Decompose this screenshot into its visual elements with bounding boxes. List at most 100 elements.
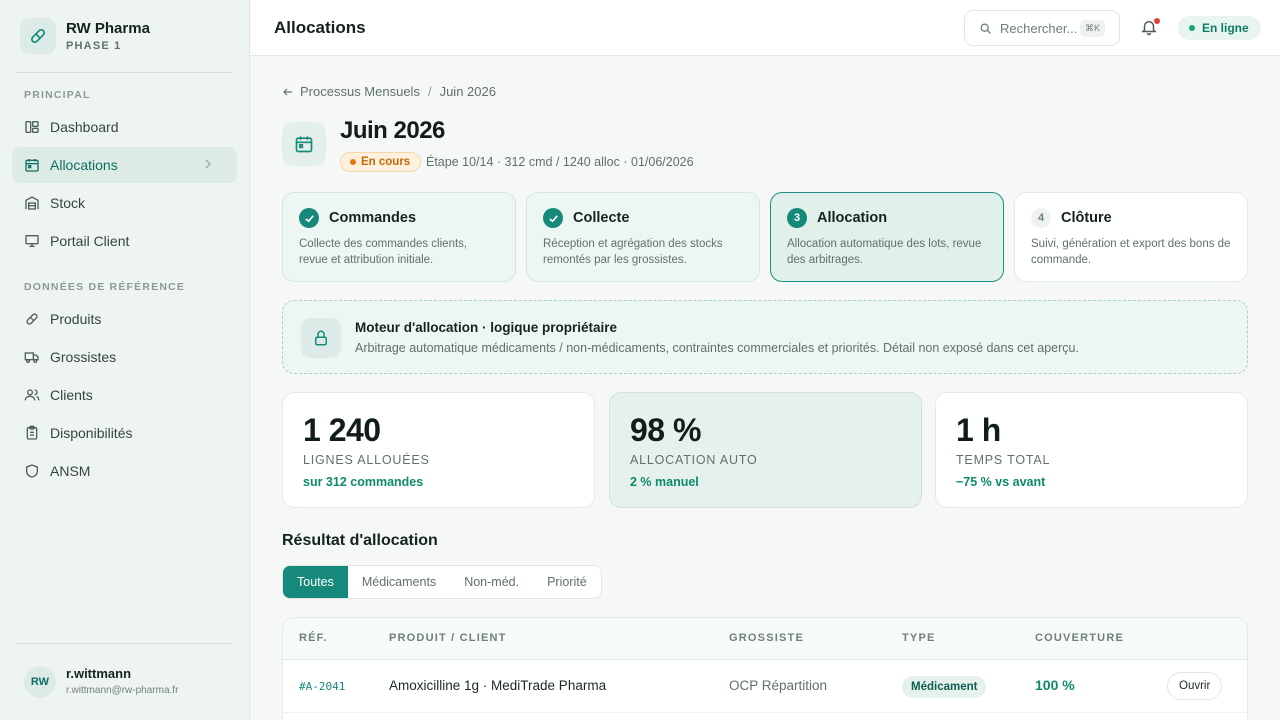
section-title: Résultat d'allocation xyxy=(282,532,438,549)
dashboard-icon xyxy=(25,121,39,133)
kpi-card-auto: 98 % ALLOCATION AUTO 2 % manuel xyxy=(609,392,922,508)
kpi-label: TEMPS TOTAL xyxy=(956,453,1051,467)
calendar-icon xyxy=(282,122,326,166)
avatar: RW xyxy=(24,666,56,698)
step-number: 3 xyxy=(787,208,807,228)
tab-non-med[interactable]: Non-méd. xyxy=(450,566,533,598)
sidebar-item-label: Portail Client xyxy=(50,233,130,249)
sidebar-item-disponibilites[interactable]: Disponibilités xyxy=(12,415,237,451)
step-commandes[interactable]: Commandes Collecte des commandes clients… xyxy=(282,192,516,282)
step-cloture[interactable]: 4 Clôture Suivi, génération et export de… xyxy=(1014,192,1248,282)
table-header: RÉF. PRODUIT / CLIENT GROSSISTE TYPE COU… xyxy=(283,618,1247,660)
breadcrumb-parent[interactable]: Processus Mensuels xyxy=(300,84,420,99)
sidebar-item-ansm[interactable]: ANSM xyxy=(12,453,237,489)
kpi-label: ALLOCATION AUTO xyxy=(630,453,758,467)
nav-section-main: PRINCIPAL xyxy=(24,89,91,101)
kpi-label: LIGNES ALLOUÉES xyxy=(303,453,430,467)
nav-section-reference: DONNÉES DE RÉFÉRENCE xyxy=(24,281,186,293)
sidebar-item-clients[interactable]: Clients xyxy=(12,377,237,413)
search-icon xyxy=(980,23,991,34)
column-header[interactable]: COUVERTURE xyxy=(1035,632,1124,644)
type-badge: Médicament xyxy=(902,676,987,698)
notification-dot xyxy=(1154,18,1160,24)
users-icon xyxy=(24,389,40,401)
monitor-icon xyxy=(25,235,39,247)
step-collecte[interactable]: Collecte Réception et agrégation des sto… xyxy=(526,192,760,282)
check-icon xyxy=(543,208,563,228)
step-title: Clôture xyxy=(1061,210,1112,226)
user-email: r.wittmann@rw-pharma.fr xyxy=(66,685,179,696)
filter-tabs: Toutes Médicaments Non-méd. Priorité xyxy=(282,565,602,599)
engine-notice: Moteur d'allocation · logique propriétai… xyxy=(282,300,1248,374)
step-title: Commandes xyxy=(329,210,417,226)
column-header[interactable]: GROSSISTE xyxy=(729,632,804,644)
kpi-subtext: −75 % vs avant xyxy=(956,475,1046,489)
process-meta: Étape 10/14 · 312 cmd / 1240 alloc · 01/… xyxy=(426,155,694,169)
pill-logo-icon xyxy=(20,18,56,54)
step-title: Allocation xyxy=(817,210,888,226)
row-wholesaler: OCP Répartition xyxy=(729,678,828,693)
sidebar-item-allocations[interactable]: Allocations xyxy=(12,147,237,183)
column-header[interactable]: PRODUIT / CLIENT xyxy=(389,632,507,644)
kpi-value: 1 240 xyxy=(303,412,381,448)
step-allocation[interactable]: 3 Allocation Allocation automatique des … xyxy=(770,192,1004,282)
step-description: Collecte des commandes clients, revue et… xyxy=(299,238,468,266)
divider xyxy=(16,643,233,644)
sidebar-item-grossistes[interactable]: Grossistes xyxy=(12,339,237,375)
open-button[interactable]: Ouvrir xyxy=(1167,672,1223,700)
tab-toutes[interactable]: Toutes xyxy=(283,566,348,598)
kpi-value: 98 % xyxy=(630,412,701,448)
sidebar-item-label: Grossistes xyxy=(50,349,117,365)
column-header[interactable]: TYPE xyxy=(902,632,936,644)
breadcrumb-current: Juin 2026 xyxy=(439,84,496,99)
sidebar-item-label: Produits xyxy=(50,311,102,327)
page-title: Allocations xyxy=(274,18,366,37)
user-profile[interactable]: RW r.wittmann r.wittmann@rw-pharma.fr xyxy=(24,666,178,698)
sidebar-item-label: ANSM xyxy=(50,463,91,479)
brand[interactable]: RW Pharma PHASE 1 xyxy=(20,18,150,54)
sidebar: RW Pharma PHASE 1 PRINCIPAL Dashboard Al… xyxy=(0,0,250,720)
row-product: Amoxicilline 1g · MediTrade Pharma xyxy=(389,678,607,693)
kpi-value: 1 h xyxy=(956,412,1001,448)
sidebar-item-label: Dashboard xyxy=(50,119,119,135)
stock-icon xyxy=(25,196,39,210)
divider xyxy=(16,72,233,73)
sidebar-item-stock[interactable]: Stock xyxy=(12,185,237,221)
breadcrumb-separator: / xyxy=(427,84,432,99)
step-description: Réception et agrégation des stocks remon… xyxy=(543,238,723,266)
tab-medicaments[interactable]: Médicaments xyxy=(348,566,450,598)
table-row[interactable]: #A-2041 Amoxicilline 1g · MediTrade Phar… xyxy=(283,660,1247,713)
calendar-icon xyxy=(25,159,39,172)
column-header[interactable]: RÉF. xyxy=(299,632,328,644)
sidebar-item-dashboard[interactable]: Dashboard xyxy=(12,109,237,145)
clipboard-icon xyxy=(26,425,38,440)
engine-title: Moteur d'allocation · logique propriétai… xyxy=(355,320,617,335)
allocation-table: RÉF. PRODUIT / CLIENT GROSSISTE TYPE COU… xyxy=(282,617,1248,720)
arrow-left-icon[interactable] xyxy=(282,86,294,98)
step-description: Suivi, génération et export des bons de … xyxy=(1031,238,1231,266)
pill-icon xyxy=(26,313,38,325)
topbar: Allocations Rechercher... ⌘K En ligne xyxy=(250,0,1280,56)
search-shortcut: ⌘K xyxy=(1079,20,1105,37)
brand-name: RW Pharma xyxy=(66,19,150,37)
status-badge: En ligne xyxy=(1178,16,1261,40)
sidebar-item-portail-client[interactable]: Portail Client xyxy=(12,223,237,259)
user-name: r.wittmann xyxy=(66,666,132,681)
kpi-card-lignes: 1 240 LIGNES ALLOUÉES sur 312 commandes xyxy=(282,392,595,508)
step-description: Allocation automatique des lots, revue d… xyxy=(787,238,982,266)
breadcrumb: Processus Mensuels / Juin 2026 xyxy=(282,84,496,99)
search-input[interactable]: Rechercher... ⌘K xyxy=(964,10,1120,46)
sidebar-item-label: Stock xyxy=(50,195,86,211)
step-number: 4 xyxy=(1031,208,1051,228)
sidebar-item-produits[interactable]: Produits xyxy=(12,301,237,337)
check-icon xyxy=(299,208,319,228)
sidebar-item-label: Clients xyxy=(50,387,93,403)
kpi-subtext: sur 312 commandes xyxy=(303,475,424,489)
engine-description: Arbitrage automatique médicaments / non-… xyxy=(355,341,1079,355)
shield-icon xyxy=(26,464,38,478)
row-coverage: 100 % xyxy=(1035,677,1075,693)
step-title: Collecte xyxy=(573,210,630,226)
row-ref: #A-2041 xyxy=(299,680,346,693)
tab-priorite[interactable]: Priorité xyxy=(533,566,601,598)
chevron-right-icon xyxy=(205,159,212,169)
